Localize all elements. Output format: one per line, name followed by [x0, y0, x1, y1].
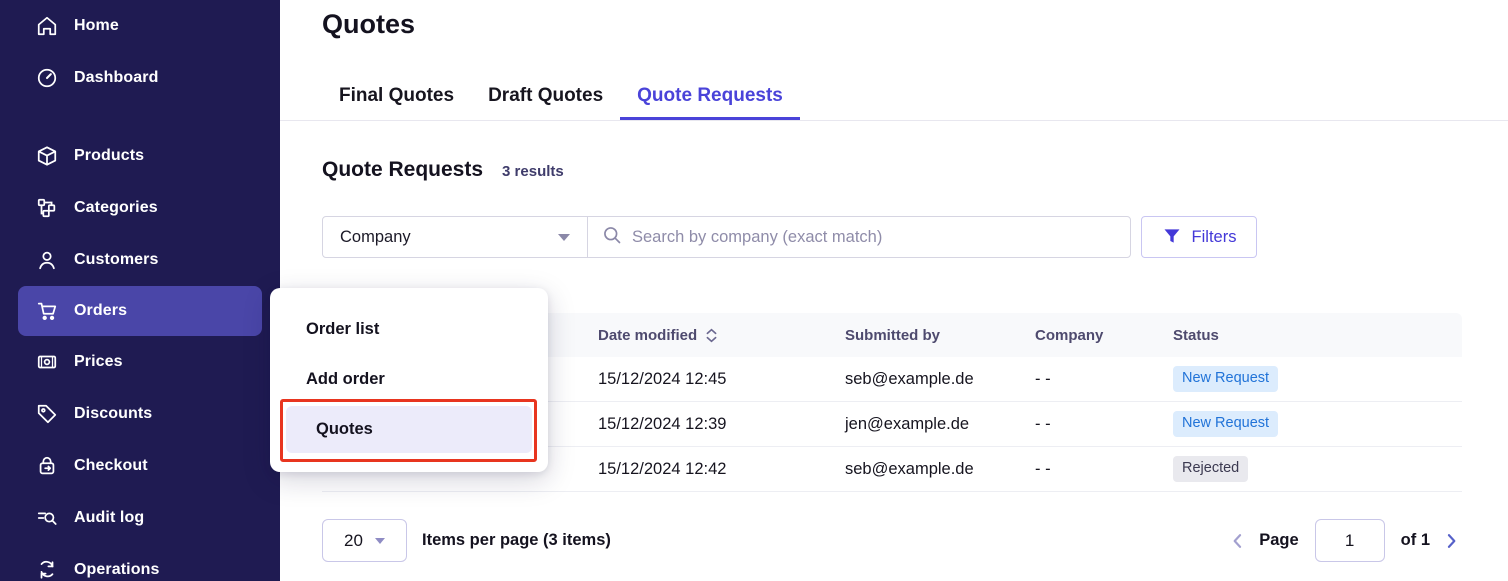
per-page-value: 20: [344, 531, 363, 551]
status-badge: New Request: [1173, 411, 1278, 437]
cell-date-modified: 15/12/2024 12:42: [598, 460, 845, 479]
cell-company: - -: [1035, 370, 1173, 389]
cell-status: New Request: [1173, 411, 1462, 437]
products-icon: [35, 144, 59, 168]
status-badge: New Request: [1173, 366, 1278, 392]
per-page-select[interactable]: 20: [322, 519, 407, 562]
sidebar-item-label: Checkout: [74, 457, 148, 475]
sidebar-item-dashboard[interactable]: Dashboard: [0, 52, 280, 104]
section-header: Quote Requests 3 results: [322, 158, 564, 182]
sidebar-item-label: Orders: [74, 302, 127, 320]
sidebar-item-label: Products: [74, 147, 144, 165]
cell-submitted-by: jen@example.de: [845, 415, 1035, 434]
home-icon: [35, 14, 59, 38]
search-box: [587, 216, 1131, 258]
items-per-page-label: Items per page (3 items): [422, 531, 611, 550]
cell-company: - -: [1035, 415, 1173, 434]
page-navigation: Page of 1: [1227, 519, 1462, 562]
cell-submitted-by: seb@example.de: [845, 370, 1035, 389]
sidebar-item-discounts[interactable]: Discounts: [0, 388, 280, 440]
sidebar-item-label: Audit log: [74, 509, 144, 527]
flyout-item-order-list[interactable]: Order list: [306, 320, 379, 339]
sidebar-item-orders[interactable]: Orders: [18, 286, 262, 336]
filters-button[interactable]: Filters: [1141, 216, 1257, 258]
cell-date-modified: 15/12/2024 12:45: [598, 370, 845, 389]
chevron-right-icon[interactable]: [1440, 530, 1462, 552]
dashboard-icon: [35, 66, 59, 90]
chevron-left-icon[interactable]: [1227, 530, 1249, 552]
cell-date-modified: 15/12/2024 12:39: [598, 415, 845, 434]
prices-icon: [35, 350, 59, 374]
column-header-label: Date modified: [598, 327, 697, 344]
page-title: Quotes: [322, 9, 415, 40]
sidebar-item-audit-log[interactable]: Audit log: [0, 492, 280, 544]
status-badge: Rejected: [1173, 456, 1248, 482]
audit-log-icon: [35, 506, 59, 530]
cell-status: New Request: [1173, 366, 1462, 392]
categories-icon: [35, 196, 59, 220]
sidebar-item-label: Home: [74, 17, 119, 35]
tab-bar: Final Quotes Draft Quotes Quote Requests: [280, 86, 1508, 121]
column-header-status: Status: [1173, 327, 1462, 344]
column-header-date-modified[interactable]: Date modified: [598, 327, 845, 344]
section-title: Quote Requests: [322, 158, 483, 182]
app-window: Home Dashboard Products Categories Cust: [0, 0, 1508, 581]
filter-funnel-icon: [1162, 226, 1182, 249]
sidebar-item-products[interactable]: Products: [0, 130, 280, 182]
chevron-down-icon: [558, 234, 570, 241]
sidebar-item-label: Discounts: [74, 405, 152, 423]
sidebar-item-operations[interactable]: Operations: [0, 544, 280, 581]
sidebar-item-label: Dashboard: [74, 69, 158, 87]
company-filter-select[interactable]: Company: [322, 216, 588, 258]
sort-icon[interactable]: [706, 328, 717, 343]
search-input[interactable]: [632, 228, 1116, 247]
company-filter-value: Company: [340, 228, 411, 247]
sidebar-item-customers[interactable]: Customers: [0, 234, 280, 286]
tab-quote-requests[interactable]: Quote Requests: [620, 85, 800, 120]
flyout-item-add-order[interactable]: Add order: [306, 370, 385, 389]
sidebar-item-label: Prices: [74, 353, 123, 371]
sidebar-item-prices[interactable]: Prices: [0, 336, 280, 388]
sidebar-item-label: Categories: [74, 199, 158, 217]
filter-row: Company Filters: [322, 216, 1257, 258]
filters-button-label: Filters: [1192, 228, 1237, 247]
orders-flyout-menu: Order list Add order Quotes: [270, 288, 548, 472]
items-per-page-control: 20 Items per page (3 items): [322, 519, 611, 562]
discounts-icon: [35, 402, 59, 426]
flyout-item-quotes[interactable]: Quotes: [286, 406, 532, 453]
tab-draft-quotes[interactable]: Draft Quotes: [471, 85, 620, 120]
sidebar: Home Dashboard Products Categories Cust: [0, 0, 280, 581]
sidebar-item-categories[interactable]: Categories: [0, 182, 280, 234]
customers-icon: [35, 248, 59, 272]
operations-icon: [35, 558, 59, 581]
sidebar-section-gap: [0, 104, 280, 130]
sidebar-item-label: Customers: [74, 251, 158, 269]
sidebar-item-home[interactable]: Home: [0, 0, 280, 52]
column-header-company: Company: [1035, 327, 1173, 344]
flyout-item-quotes-label: Quotes: [316, 420, 373, 439]
sidebar-item-checkout[interactable]: Checkout: [0, 440, 280, 492]
orders-icon: [35, 299, 59, 323]
of-total-label: of 1: [1401, 531, 1430, 550]
search-icon: [602, 225, 622, 250]
sidebar-item-label: Operations: [74, 561, 159, 579]
page-label: Page: [1259, 531, 1298, 550]
cell-company: - -: [1035, 460, 1173, 479]
page-number-input[interactable]: [1315, 519, 1385, 562]
tab-final-quotes[interactable]: Final Quotes: [322, 85, 471, 120]
results-count: 3 results: [502, 163, 564, 180]
cell-status: Rejected: [1173, 456, 1462, 482]
checkout-icon: [35, 454, 59, 478]
column-header-submitted-by: Submitted by: [845, 327, 1035, 344]
chevron-down-icon: [375, 538, 385, 544]
cell-submitted-by: seb@example.de: [845, 460, 1035, 479]
